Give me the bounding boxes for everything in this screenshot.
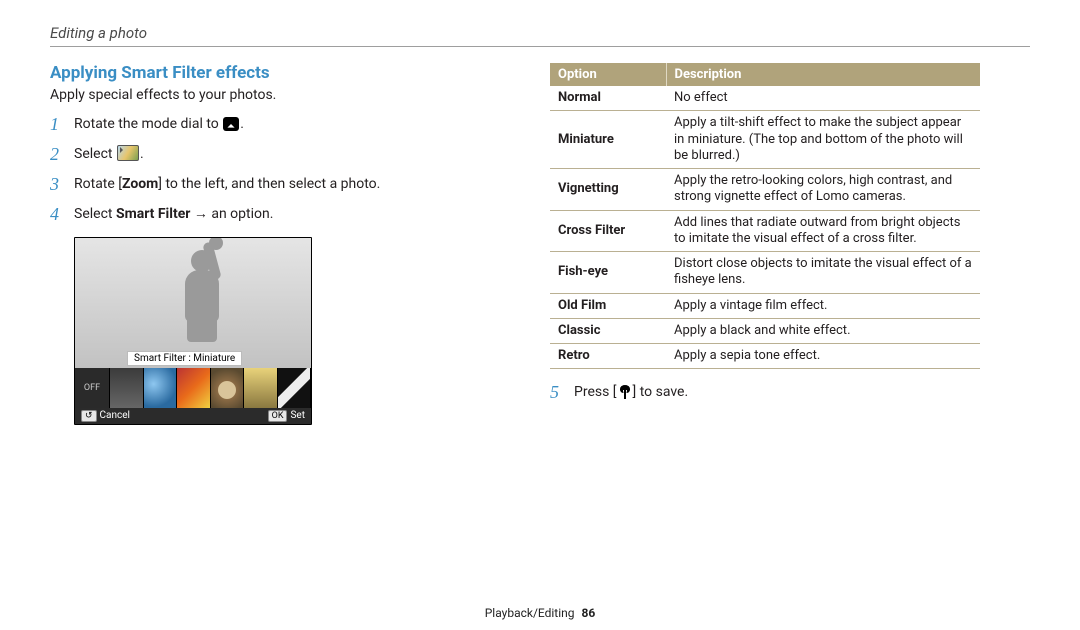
step-text: Press [ ] to save. <box>574 379 688 402</box>
step-fragment: → an option. <box>190 206 273 222</box>
screenshot-caption: Smart Filter : Miniature <box>127 351 242 366</box>
screenshot-panel: Smart Filter : Miniature OFF ↺Cancel <box>74 237 312 425</box>
silhouette-figure <box>169 250 229 342</box>
column-left: Applying Smart Filter effects Apply spec… <box>50 63 450 425</box>
set-label: Set <box>290 410 305 421</box>
opt-name: Normal <box>550 86 666 111</box>
zoom-label: Zoom <box>122 176 158 192</box>
step-5: 5 Press [ ] to save. <box>550 379 980 405</box>
table-row: Retro Apply a sepia tone effect. <box>550 344 980 369</box>
step-text: Rotate [Zoom] to the left, and then sele… <box>74 171 380 194</box>
step-fragment: Rotate the mode dial to <box>74 116 222 132</box>
table-row: Cross Filter Add lines that radiate outw… <box>550 210 980 252</box>
opt-name: Miniature <box>550 111 666 169</box>
set-hint: OKSet <box>268 410 305 422</box>
opt-desc: Apply a tilt-shift effect to make the su… <box>666 111 980 169</box>
filter-off-button[interactable]: OFF <box>75 368 110 408</box>
opt-desc: Apply the retro-looking colors, high con… <box>666 169 980 211</box>
table-row: Vignetting Apply the retro-looking color… <box>550 169 980 211</box>
opt-name: Cross Filter <box>550 210 666 252</box>
edit-tool-icon <box>117 145 139 161</box>
filter-thumbnail[interactable] <box>244 368 278 408</box>
step-fragment: . <box>240 116 244 132</box>
manual-page: Editing a photo Applying Smart Filter ef… <box>0 0 1080 630</box>
filter-thumbnail[interactable] <box>211 368 245 408</box>
opt-name: Old Film <box>550 293 666 318</box>
cancel-label: Cancel <box>100 410 130 421</box>
opt-desc: Apply a black and white effect. <box>666 318 980 343</box>
step-text: Select . <box>74 141 144 164</box>
step-number: 4 <box>50 201 68 227</box>
smart-filter-label: Smart Filter <box>116 206 190 222</box>
step-fragment: Select <box>74 206 116 222</box>
column-right: Option Description Normal No effect Mini… <box>550 63 980 415</box>
table-row: Fish-eye Distort close objects to imitat… <box>550 252 980 294</box>
step-number: 5 <box>550 379 568 405</box>
opt-desc: Apply a vintage film effect. <box>666 293 980 318</box>
step-3: 3 Rotate [Zoom] to the left, and then se… <box>50 171 450 197</box>
filter-thumbnail[interactable] <box>110 368 144 408</box>
filter-thumbnail[interactable] <box>144 368 178 408</box>
screenshot-canvas: Smart Filter : Miniature <box>75 238 311 368</box>
opt-name: Classic <box>550 318 666 343</box>
step-fragment: Rotate [ <box>74 176 122 192</box>
opt-desc: Add lines that radiate outward from brig… <box>666 210 980 252</box>
step-2: 2 Select . <box>50 141 450 167</box>
step-fragment: . <box>140 146 144 162</box>
screenshot-filmstrip: OFF <box>75 368 311 408</box>
steps-list: 1 Rotate the mode dial to . 2 Select . 3… <box>50 111 450 227</box>
filter-thumbnail[interactable] <box>177 368 211 408</box>
step-1: 1 Rotate the mode dial to . <box>50 111 450 137</box>
th-option: Option <box>550 63 666 86</box>
opt-desc: Distort close objects to imitate the vis… <box>666 252 980 294</box>
opt-name: Fish-eye <box>550 252 666 294</box>
step-fragment: Select <box>74 146 116 162</box>
step-text: Rotate the mode dial to . <box>74 111 244 134</box>
step-number: 2 <box>50 141 68 167</box>
th-description: Description <box>666 63 980 86</box>
steps-list-continued: 5 Press [ ] to save. <box>550 379 980 405</box>
options-table: Option Description Normal No effect Mini… <box>550 63 980 369</box>
table-row: Normal No effect <box>550 86 980 111</box>
table-row: Old Film Apply a vintage film effect. <box>550 293 980 318</box>
subheading: Applying Smart Filter effects <box>50 63 450 83</box>
cancel-hint: ↺Cancel <box>81 410 130 422</box>
step-fragment: Press [ <box>574 384 617 400</box>
opt-name: Retro <box>550 344 666 369</box>
divider <box>50 46 1030 47</box>
step-number: 3 <box>50 171 68 197</box>
step-fragment: ] to save. <box>633 384 689 400</box>
columns: Applying Smart Filter effects Apply spec… <box>50 63 1030 425</box>
screenshot-footer: ↺Cancel OKSet <box>75 408 311 424</box>
step-number: 1 <box>50 111 68 137</box>
lead-text: Apply special effects to your photos. <box>50 87 450 103</box>
opt-name: Vignetting <box>550 169 666 211</box>
macro-icon <box>618 385 632 399</box>
opt-desc: No effect <box>666 86 980 111</box>
opt-desc: Apply a sepia tone effect. <box>666 344 980 369</box>
filter-thumbnail[interactable] <box>278 368 312 408</box>
step-text: Select Smart Filter → an option. <box>74 201 273 224</box>
mode-dial-icon <box>223 117 239 131</box>
back-key-icon: ↺ <box>81 410 97 422</box>
footer-chapter: Playback/Editing <box>485 606 575 620</box>
step-4: 4 Select Smart Filter → an option. <box>50 201 450 227</box>
ok-key-icon: OK <box>268 410 288 422</box>
page-footer: Playback/Editing 86 <box>0 606 1080 620</box>
page-number: 86 <box>582 606 596 620</box>
table-row: Miniature Apply a tilt-shift effect to m… <box>550 111 980 169</box>
table-row: Classic Apply a black and white effect. <box>550 318 980 343</box>
step-fragment: ] to the left, and then select a photo. <box>158 176 380 192</box>
section-header: Editing a photo <box>50 24 1030 42</box>
